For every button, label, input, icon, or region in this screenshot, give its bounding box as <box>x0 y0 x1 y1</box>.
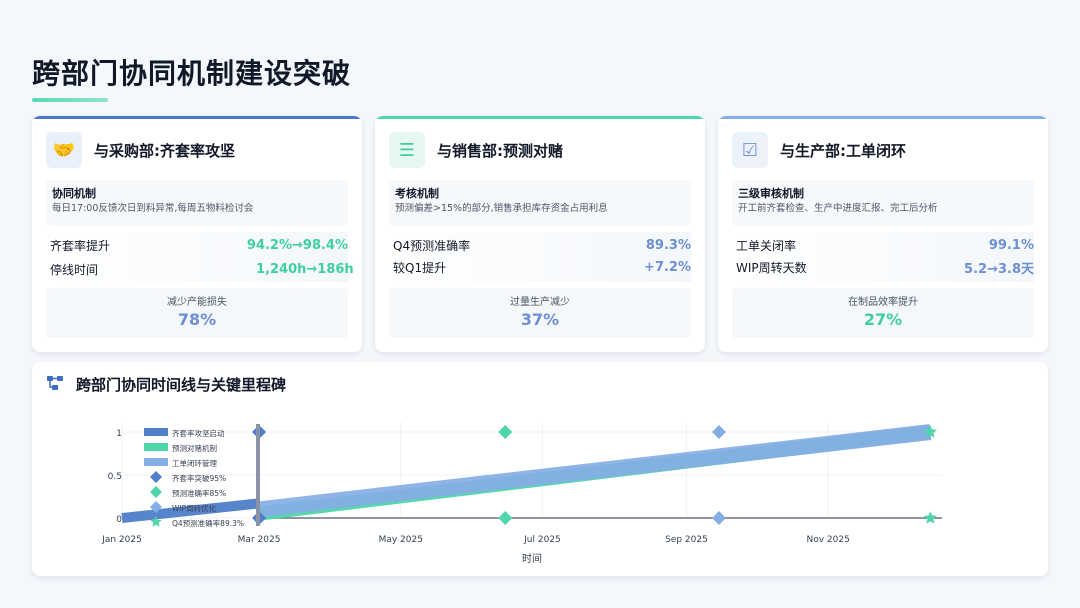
card-header: ☰ 与销售部:预测对赌 <box>389 132 563 168</box>
metrics: Q4预测准确率 89.3% 较Q1提升 +7.2% <box>389 232 691 282</box>
summary-value: 78% <box>177 310 217 329</box>
title-underline <box>32 98 108 102</box>
metric-label: WIP周转天数 <box>736 260 807 275</box>
metrics: 齐套率提升 94.2%→98.4% 停线时间 1,240h→186h <box>46 232 354 282</box>
timeline-card: 0 0.5 1 Jan 2025 Mar 2025 May 2025 Jul 2025 Sep… <box>32 362 1048 576</box>
legend-label: 齐套率攻坚启动 <box>172 428 225 438</box>
card-title: 与销售部:预测对赌 <box>437 141 563 160</box>
mechanism-box: 三级审核机制 开工前齐套检查、生产中进度汇报、完工后分析 <box>732 180 1034 226</box>
metric-label: 工单关闭率 <box>736 238 797 253</box>
timeline-title: 跨部门协同时间线与关键里程碑 <box>76 376 287 394</box>
metric-label: 停线时间 <box>50 262 99 277</box>
legend-label: 工单闭环管理 <box>172 458 217 468</box>
mechanism-title: 三级审核机制 <box>738 187 804 200</box>
metric-row: 较Q1提升 +7.2% <box>393 256 691 278</box>
milestone-star <box>923 511 937 524</box>
summary-box: 过量生产减少 37% <box>389 288 691 338</box>
summary-box: 在制品效率提升 27% <box>732 288 1034 338</box>
metric-value: 99.1% <box>988 237 1034 253</box>
card-topbar <box>718 116 1048 119</box>
metric-label: 齐套率提升 <box>50 238 111 253</box>
card-procurement: 🤝 与采购部:齐套率攻坚 协同机制 每日17:00反馈次日到料异常,每周五物料检… <box>32 116 362 352</box>
card-header: 🤝 与采购部:齐套率攻坚 <box>46 132 235 168</box>
metric-row: 停线时间 1,240h→186h <box>50 256 354 282</box>
card-topbar <box>32 116 362 119</box>
x-axis-label: 时间 <box>522 552 542 565</box>
page-title: 跨部门协同机制建设突破 <box>32 57 352 90</box>
card-topbar <box>375 116 705 119</box>
series-line <box>258 424 932 518</box>
card-sales: ☰ 与销售部:预测对赌 考核机制 预测偏差>15%的部分,销售承担库存资金占用利… <box>375 116 705 352</box>
x-tick-label: May 2025 <box>379 535 423 545</box>
summary-box: 减少产能损失 78% <box>46 288 348 338</box>
legend-diamond <box>150 471 162 483</box>
flow-chart-icon <box>46 375 64 395</box>
summary-label: 在制品效率提升 <box>848 297 918 308</box>
metric-row: 工单关闭率 99.1% <box>736 234 1034 256</box>
legend-diamond <box>150 486 162 498</box>
milestone-diamond <box>498 425 513 439</box>
metric-row: Q4预测准确率 89.3% <box>393 234 691 256</box>
summary-label: 过量生产减少 <box>510 297 570 308</box>
legend-swatch <box>144 443 168 451</box>
mechanism-description: 预测偏差>15%的部分,销售承担库存资金占用利息 <box>395 203 608 214</box>
x-tick-label: Jan 2025 <box>101 535 142 545</box>
metric-value: 89.3% <box>645 237 691 253</box>
x-tick-label: Mar 2025 <box>238 535 281 545</box>
mechanism-box: 协同机制 每日17:00反馈次日到料异常,每周五物料检讨会 <box>46 180 348 226</box>
legend-label: Q4预测准确率89.3% <box>172 518 244 528</box>
legend-divider <box>256 424 260 526</box>
legend-swatch <box>144 458 168 466</box>
mechanism-description: 开工前齐套检查、生产中进度汇报、完工后分析 <box>738 203 938 214</box>
legend-label: 预测准确率85% <box>172 488 226 498</box>
milestone-diamond <box>711 511 726 525</box>
y-tick-label: 0 <box>116 515 122 525</box>
summary-value: 37% <box>520 310 560 329</box>
bar-list-icon: ☰ <box>389 132 425 168</box>
card-title: 与生产部:工单闭环 <box>780 141 906 160</box>
milestone-diamond <box>498 511 513 525</box>
metrics: 工单关闭率 99.1% WIP周转天数 5.2→3.8天 <box>732 232 1034 282</box>
legend-label: 预测对赌机制 <box>172 443 217 453</box>
milestone-diamond <box>711 425 726 439</box>
legend-swatch <box>144 428 168 436</box>
x-tick-label: Jul 2025 <box>523 535 561 545</box>
mechanism-description: 每日17:00反馈次日到料异常,每周五物料检讨会 <box>52 203 254 214</box>
card-production: ☑ 与生产部:工单闭环 三级审核机制 开工前齐套检查、生产中进度汇报、完工后分析… <box>718 116 1048 352</box>
handshake-icon: 🤝 <box>46 132 82 168</box>
metric-value: 94.2%→98.4% <box>246 237 348 253</box>
legend-label: 齐套率突破95% <box>172 473 226 483</box>
timeline-header: 跨部门协同时间线与关键里程碑 <box>46 374 286 395</box>
card-header: ☑ 与生产部:工单闭环 <box>732 132 906 168</box>
metric-row: 齐套率提升 94.2%→98.4% <box>50 234 348 256</box>
mechanism-box: 考核机制 预测偏差>15%的部分,销售承担库存资金占用利息 <box>389 180 691 226</box>
card-title: 与采购部:齐套率攻坚 <box>94 141 235 160</box>
metric-row: WIP周转天数 5.2→3.8天 <box>736 256 1034 278</box>
collaboration-cards: 🤝 与采购部:齐套率攻坚 协同机制 每日17:00反馈次日到料异常,每周五物料检… <box>32 116 1048 352</box>
mechanism-title: 协同机制 <box>52 187 96 200</box>
metric-value: 5.2→3.8天 <box>964 261 1034 277</box>
metric-label: 较Q1提升 <box>393 260 447 275</box>
y-tick-label: 0.5 <box>108 472 122 482</box>
summary-label: 减少产能损失 <box>167 297 227 308</box>
x-tick-label: Nov 2025 <box>807 535 850 545</box>
metric-value: +7.2% <box>644 259 691 275</box>
legend-label: WIP周转优化 <box>172 503 217 513</box>
metric-label: Q4预测准确率 <box>393 238 471 253</box>
y-tick-label: 1 <box>116 429 122 439</box>
mechanism-title: 考核机制 <box>395 187 439 200</box>
checklist-icon: ☑ <box>732 132 768 168</box>
x-tick-label: Sep 2025 <box>665 535 708 545</box>
metric-value: 1,240h→186h <box>256 261 354 277</box>
summary-value: 27% <box>863 310 903 329</box>
